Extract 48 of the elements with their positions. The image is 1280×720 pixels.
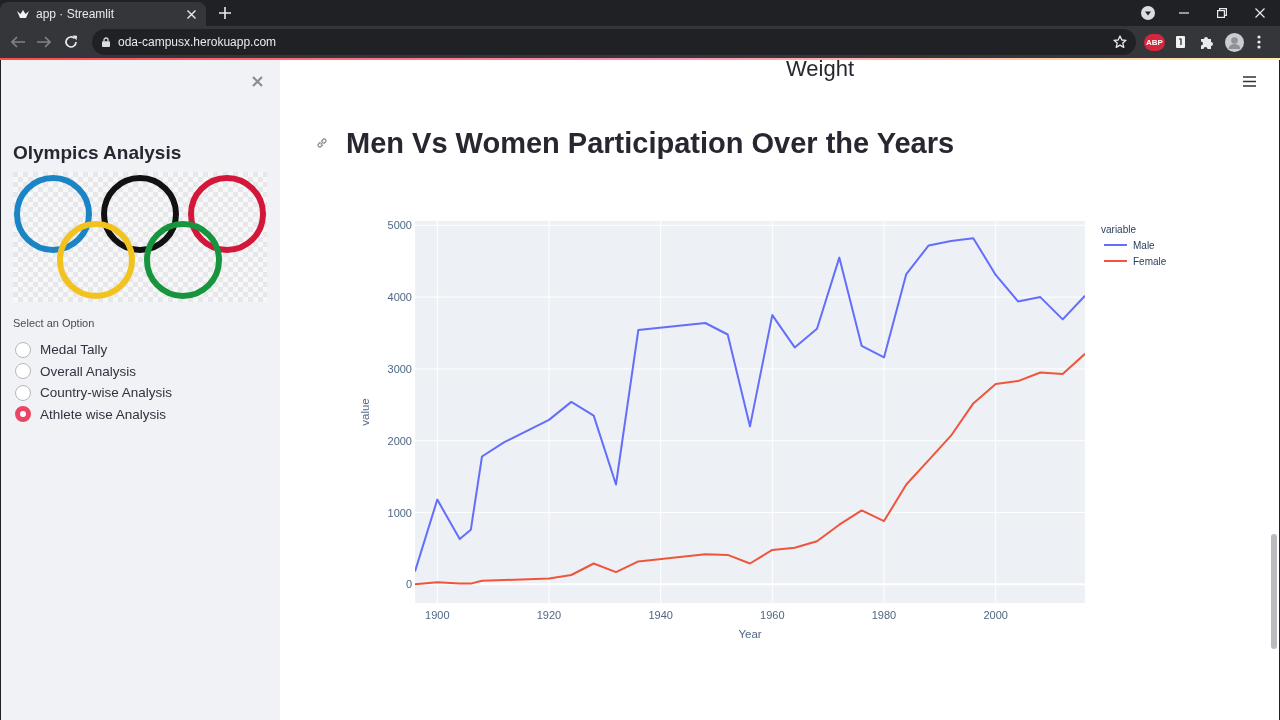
radio-label[interactable]: Athlete wise Analysis <box>40 406 167 422</box>
extension-badge[interactable]: ABP <box>1144 33 1165 51</box>
kebab-menu-icon[interactable] <box>1257 35 1261 49</box>
scrollbar-thumb[interactable] <box>1271 534 1277 649</box>
chart-title: Weight <box>785 57 855 81</box>
y-tick-label: 3000 <box>387 362 412 375</box>
address-bar[interactable]: oda-campusx.herokuapp.com <box>92 29 1136 55</box>
crown-icon <box>17 10 29 18</box>
x-tick-label: 1940 <box>648 609 673 621</box>
menu-icon[interactable] <box>1243 76 1256 87</box>
x-tick-label: 1920 <box>536 609 562 621</box>
x-tick-label: 1960 <box>760 609 785 621</box>
down-triangle-circle-icon[interactable] <box>1141 6 1155 20</box>
radio-button[interactable] <box>15 363 31 380</box>
radio-label[interactable]: Overall Analysis <box>40 363 137 379</box>
radio-button[interactable] <box>15 341 31 358</box>
star-icon[interactable] <box>1113 35 1127 49</box>
y-tick-label: 0 <box>405 578 412 591</box>
lock-icon <box>102 37 110 47</box>
page-heading: Men Vs Women Participation Over the Years <box>346 126 955 161</box>
x-axis-title: Year <box>738 628 762 640</box>
y-axis-title: value <box>359 398 371 426</box>
y-tick-label: 5000 <box>387 219 412 232</box>
sidebar-title: Olympics Analysis <box>13 143 182 163</box>
avatar-icon[interactable] <box>1225 32 1244 52</box>
puzzle-icon[interactable] <box>1200 35 1214 49</box>
document-icon[interactable] <box>1176 36 1185 48</box>
legend-label[interactable]: Male <box>1133 240 1155 251</box>
y-tick-label: 1000 <box>387 506 412 519</box>
legend-title: variable <box>1101 224 1137 235</box>
x-tick-label: 2000 <box>983 609 1008 621</box>
restore-icon[interactable] <box>1217 8 1227 18</box>
radio-button[interactable] <box>15 406 31 423</box>
radio-label[interactable]: Medal Tally <box>40 342 108 358</box>
x-tick-label: 1900 <box>425 609 450 621</box>
forward-arrow-icon[interactable] <box>37 36 51 48</box>
plus-icon[interactable] <box>219 7 231 19</box>
radio-button[interactable] <box>15 384 31 401</box>
radio-label[interactable]: Country-wise Analysis <box>40 385 173 401</box>
radio-group-label: Select an Option <box>13 316 95 330</box>
link-icon[interactable] <box>315 136 329 150</box>
reload-icon[interactable] <box>64 35 78 49</box>
y-tick-label: 4000 <box>387 291 412 304</box>
x-tick-label: 1980 <box>871 609 897 621</box>
browser-tab[interactable]: app · Streamlit <box>0 2 206 26</box>
back-arrow-icon[interactable] <box>11 36 25 48</box>
legend-label[interactable]: Female <box>1133 256 1167 267</box>
y-tick-label: 2000 <box>387 434 412 447</box>
